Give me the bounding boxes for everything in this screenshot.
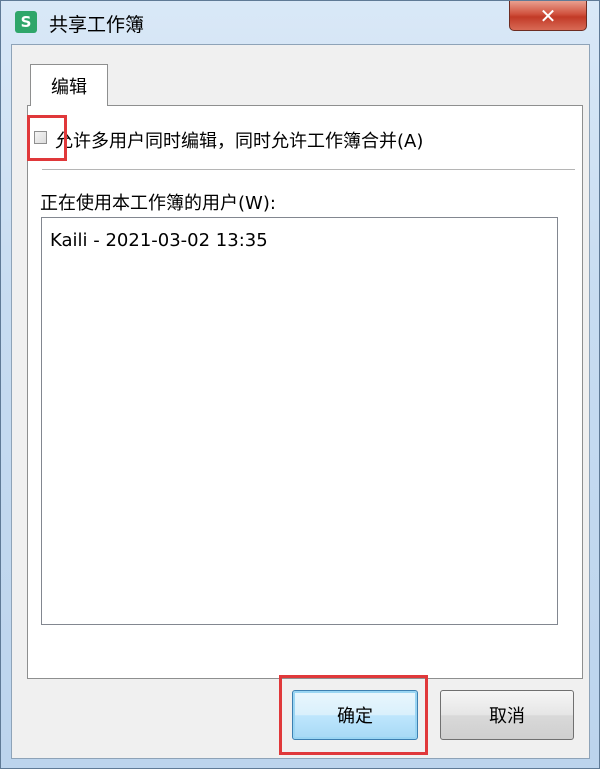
dialog-body: 编辑 允许多用户同时编辑，同时允许工作簿合并(A) 正在使用本工作簿的用户(W)…: [11, 44, 590, 759]
title-bar[interactable]: S 共享工作簿 ✕: [1, 1, 599, 43]
wps-spreadsheet-app-icon: S: [15, 11, 37, 33]
tab-edit[interactable]: 编辑: [30, 64, 108, 106]
cancel-button[interactable]: 取消: [440, 690, 574, 740]
separator: [42, 169, 575, 171]
list-item[interactable]: Kaili - 2021-03-02 13:35: [50, 230, 268, 251]
checkbox-highlight-box: [27, 115, 67, 161]
share-workbook-dialog: S 共享工作簿 ✕ 编辑 允许多用户同时编辑，同时允许工作簿合并(A) 正在使用…: [0, 0, 600, 769]
ok-button-highlight-box: [279, 675, 428, 755]
close-button[interactable]: ✕: [509, 1, 587, 31]
users-list-label: 正在使用本工作簿的用户(W):: [40, 193, 276, 214]
close-icon: ✕: [539, 3, 557, 28]
allow-multi-user-label[interactable]: 允许多用户同时编辑，同时允许工作簿合并(A): [55, 127, 423, 153]
dialog-title: 共享工作簿: [49, 14, 145, 36]
users-listbox[interactable]: Kaili - 2021-03-02 13:35: [41, 217, 558, 625]
